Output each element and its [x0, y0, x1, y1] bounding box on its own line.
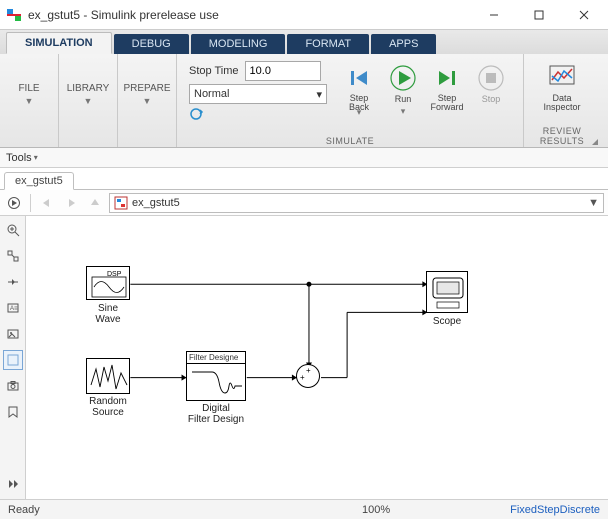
stop-time-label: Stop Time	[189, 65, 239, 77]
prepare-dropdown[interactable]: PREPARE ▼	[124, 58, 170, 131]
image-button[interactable]	[3, 324, 23, 344]
group-prepare: PREPARE ▼	[118, 54, 177, 147]
minimize-button[interactable]	[471, 0, 516, 29]
explorer-nav: ex_gstut5 ▼	[0, 190, 608, 216]
prepare-label: PREPARE	[123, 83, 170, 94]
window-title: ex_gstut5 - Simulink prerelease use	[28, 8, 471, 22]
tools-label: Tools	[6, 152, 32, 164]
model-icon	[114, 196, 128, 210]
toolstrip: FILE ▼ LIBRARY ▼ PREPARE ▼ Stop Time Nor…	[0, 54, 608, 148]
area-button[interactable]	[3, 350, 23, 370]
library-label: LIBRARY	[67, 83, 110, 94]
model-tab-exgstut5[interactable]: ex_gstut5	[4, 172, 74, 190]
run-button[interactable]: Run ▾	[381, 64, 425, 121]
model-canvas[interactable]: DSP Sine Wave Random Source Filter Desig…	[26, 216, 608, 499]
chevron-down-icon: ▼	[25, 96, 34, 106]
block-random-source[interactable]: Random Source	[86, 358, 130, 394]
block-label: Scope	[427, 316, 467, 327]
nav-up-button[interactable]	[85, 193, 105, 213]
fast-restart-icon[interactable]	[189, 107, 205, 121]
status-ready: Ready	[8, 504, 40, 516]
block-sum[interactable]: ++	[296, 364, 320, 388]
block-sine-wave[interactable]: DSP Sine Wave	[86, 266, 130, 300]
file-label: FILE	[18, 83, 39, 94]
chevron-down-icon: ▾	[357, 107, 362, 118]
simulink-app-icon	[6, 7, 22, 23]
block-label: Random Source	[87, 397, 129, 418]
nav-back-button[interactable]	[37, 193, 57, 213]
tab-apps[interactable]: APPS	[371, 34, 436, 54]
toggle-perspective-button[interactable]	[3, 272, 23, 292]
screenshot-button[interactable]	[3, 376, 23, 396]
fit-to-view-button[interactable]	[3, 246, 23, 266]
mode-value: Normal	[194, 88, 229, 100]
run-label: Run	[395, 94, 412, 104]
library-dropdown[interactable]: LIBRARY ▼	[65, 58, 111, 131]
viewmarks-button[interactable]	[3, 402, 23, 422]
tools-chevron-icon: ▾	[34, 153, 38, 162]
zoom-in-button[interactable]	[3, 220, 23, 240]
annotation-button[interactable]: A≡	[3, 298, 23, 318]
simulation-mode-select[interactable]: Normal ▾	[189, 84, 327, 104]
main-area: A≡ DSP Sine Wave	[0, 216, 608, 499]
close-button[interactable]	[561, 0, 606, 29]
stop-label: Stop	[482, 94, 501, 104]
breadcrumb-text: ex_gstut5	[132, 197, 180, 209]
block-scope[interactable]: Scope	[426, 271, 468, 313]
chevron-down-icon: ▼	[84, 96, 93, 106]
maximize-button[interactable]	[516, 0, 561, 29]
step-forward-button[interactable]: Step Forward	[425, 64, 469, 121]
data-inspector-button[interactable]: Data Inspector	[530, 58, 594, 131]
svg-text:A≡: A≡	[10, 306, 18, 312]
nav-forward-button[interactable]	[61, 193, 81, 213]
group-review: Data Inspector REVIEW RESULTS	[524, 54, 600, 147]
tab-format[interactable]: FORMAT	[287, 34, 369, 54]
stop-button[interactable]: Stop	[469, 64, 513, 121]
chevron-down-icon: ▾	[401, 106, 406, 117]
block-label: Sine Wave	[87, 303, 129, 325]
tab-debug[interactable]: DEBUG	[114, 34, 189, 54]
chevron-down-icon: ▼	[588, 197, 599, 209]
group-simulate: Stop Time Normal ▾ Step Back ▾	[177, 54, 524, 147]
model-tabs: ex_gstut5	[0, 168, 608, 190]
expand-section-icon[interactable]	[592, 139, 598, 145]
divider	[30, 194, 31, 212]
svg-text:+: +	[300, 373, 305, 382]
breadcrumb-bar[interactable]: ex_gstut5 ▼	[109, 193, 604, 213]
group-file: FILE ▼	[0, 54, 59, 147]
tab-modeling[interactable]: MODELING	[191, 34, 286, 54]
titlebar: ex_gstut5 - Simulink prerelease use	[0, 0, 608, 30]
status-bar: Ready 100% FixedStepDiscrete	[0, 499, 608, 519]
canvas-palette: A≡	[0, 216, 26, 499]
review-group-label: REVIEW RESULTS	[524, 126, 600, 146]
tools-bar[interactable]: Tools ▾	[0, 148, 608, 168]
block-label: Digital Filter Design	[187, 404, 245, 425]
simulate-group-label: SIMULATE	[177, 136, 523, 146]
file-dropdown[interactable]: FILE ▼	[6, 58, 52, 131]
expand-palette-button[interactable]	[3, 473, 23, 493]
status-solver[interactable]: FixedStepDiscrete	[510, 504, 600, 516]
chevron-down-icon: ▾	[316, 88, 322, 101]
block-filter-design[interactable]: Filter Designe Digital Filter Design	[186, 351, 246, 401]
hide-browser-button[interactable]	[4, 193, 24, 213]
status-zoom[interactable]: 100%	[362, 504, 390, 516]
svg-text:+: +	[306, 366, 311, 375]
stop-time-input[interactable]	[245, 61, 321, 81]
group-library: LIBRARY ▼	[59, 54, 118, 147]
tab-simulation[interactable]: SIMULATION	[6, 32, 112, 54]
chevron-down-icon: ▼	[143, 96, 152, 106]
step-forward-label: Step Forward	[430, 94, 463, 113]
step-back-button[interactable]: Step Back ▾	[337, 64, 381, 121]
data-inspector-label: Data Inspector	[543, 94, 580, 113]
ribbon-tabs: SIMULATION DEBUG MODELING FORMAT APPS	[0, 30, 608, 54]
block-inner-title: Filter Designe	[187, 352, 245, 364]
